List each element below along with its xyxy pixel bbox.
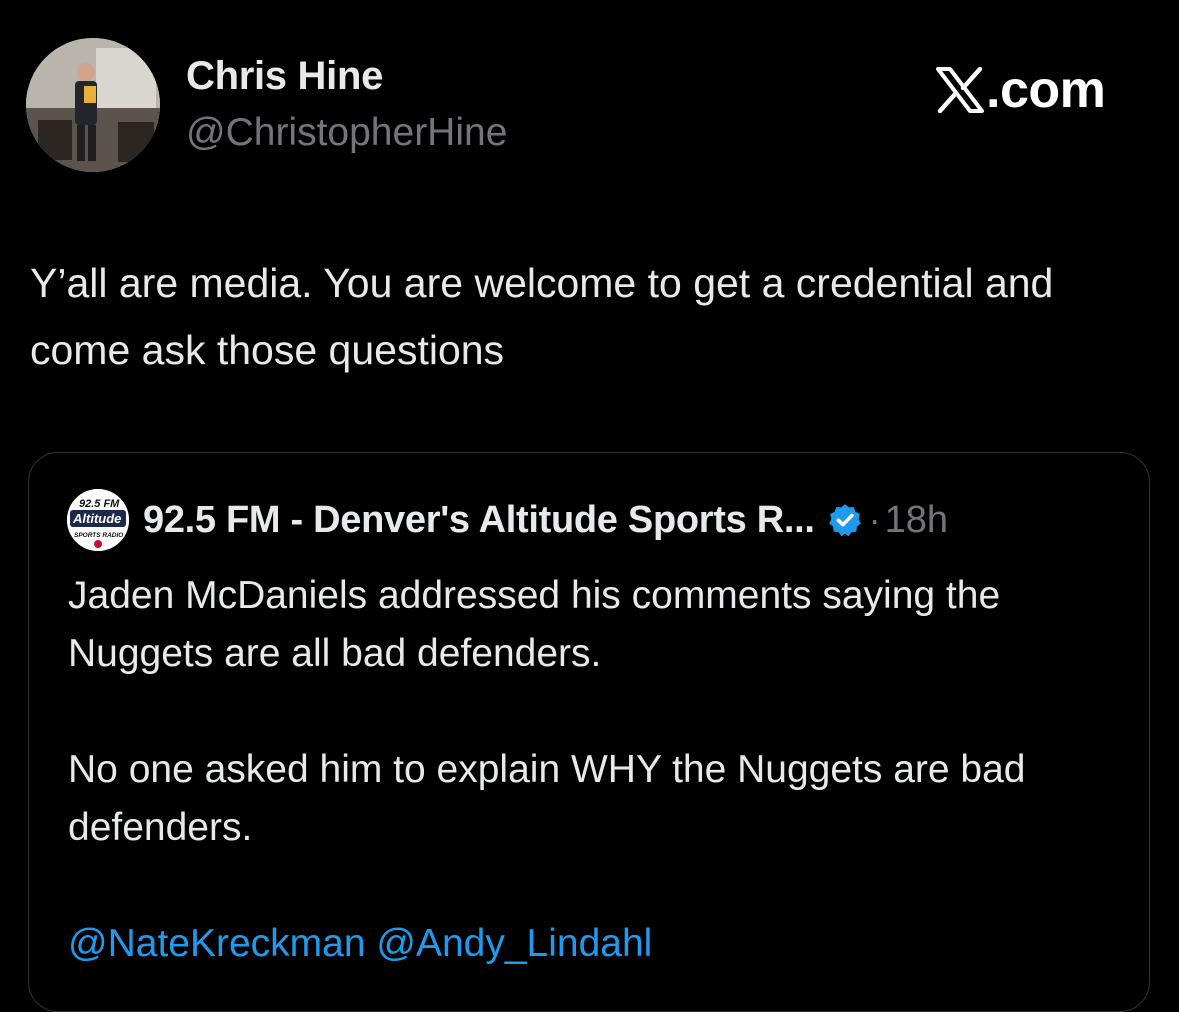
author-avatar[interactable]: [26, 38, 160, 172]
quoted-tweet-header: 92.5 FM Altitude SPORTS RADIO 92.5 FM - …: [67, 489, 948, 551]
quoted-tweet-paragraph: No one asked him to explain WHY the Nugg…: [68, 748, 1026, 849]
altitude-logo: 92.5 FM Altitude SPORTS RADIO: [67, 489, 129, 551]
quoted-account-avatar[interactable]: 92.5 FM Altitude SPORTS RADIO: [67, 489, 129, 551]
quoted-tweet-mentions: @NateKreckman @Andy_Lindahl: [68, 915, 1128, 973]
x-logo-icon: [936, 67, 984, 113]
brand-domain: .com: [986, 61, 1106, 119]
verified-badge-icon: [828, 504, 861, 537]
quoted-tweet-time[interactable]: 18h: [885, 499, 948, 542]
avatar-photo: [26, 38, 160, 172]
quoted-tweet-body: Jaden McDaniels addressed his comments s…: [68, 567, 1128, 973]
quoted-account-name[interactable]: 92.5 FM - Denver's Altitude Sports R...: [143, 499, 815, 542]
tweet-text: Y’all are media. You are welcome to get …: [30, 260, 1054, 373]
logo-line-2: Altitude: [72, 511, 121, 526]
quoted-tweet-card[interactable]: 92.5 FM Altitude SPORTS RADIO 92.5 FM - …: [28, 452, 1150, 1012]
logo-line-3: SPORTS RADIO: [74, 532, 123, 539]
author-name[interactable]: Chris Hine: [186, 54, 383, 99]
meta-separator: ·: [868, 499, 881, 540]
logo-line-1: 92.5 FM: [79, 498, 120, 510]
mention-link[interactable]: @NateKreckman: [68, 922, 366, 965]
author-handle[interactable]: @ChristopherHine: [186, 111, 507, 155]
mention-link[interactable]: @Andy_Lindahl: [376, 922, 652, 965]
x-com-watermark: .com: [936, 61, 1106, 119]
quoted-tweet-paragraph: Jaden McDaniels addressed his comments s…: [68, 574, 1001, 675]
